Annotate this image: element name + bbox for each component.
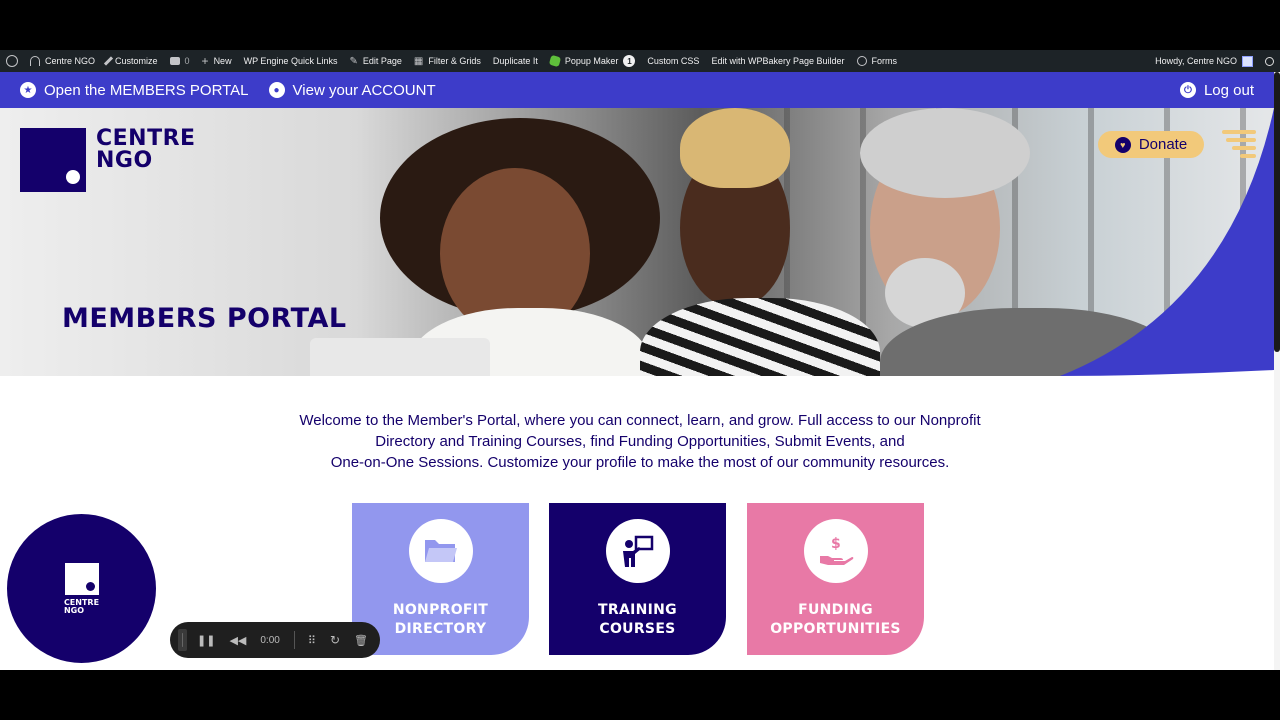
bubble-logo-wordmark: CENTRE NGO: [63, 598, 99, 615]
centre-ngo-logo[interactable]: CENTRE NGO: [20, 128, 196, 192]
restart-icon[interactable]: ↻: [330, 633, 340, 647]
admin-bar-custom-css[interactable]: Custom CSS: [641, 50, 705, 72]
wp-logo-button[interactable]: [0, 50, 24, 72]
welcome-intro-text: Welcome to the Member's Portal, where yo…: [270, 410, 1010, 473]
forms-icon: [856, 56, 867, 66]
logo-mark-icon: [20, 128, 86, 192]
browser-viewport: Centre NGO Customize 0 + New WP Engine Q…: [0, 50, 1280, 670]
admin-bar-popup-maker[interactable]: Popup Maker 1: [544, 50, 642, 72]
dashboard-icon: [30, 56, 40, 66]
logo-wordmark: CENTRE NGO: [96, 128, 196, 172]
admin-bar-forms[interactable]: Forms: [851, 50, 904, 72]
hero-photo-person-3: [860, 108, 1030, 198]
admin-bar-search[interactable]: [1259, 50, 1280, 72]
logo-wordmark-line2: NGO: [96, 148, 153, 173]
screen-recorder-toolbar: ❚❚ ◀◀ 0:00 ⠿ ↻ 🗑: [170, 622, 380, 658]
admin-bar-customize[interactable]: Customize: [101, 50, 164, 72]
presenter-icon: [622, 535, 653, 567]
card-label: TRAINING COURSES: [598, 601, 677, 639]
card-label-line2: DIRECTORY: [394, 621, 487, 637]
hero-banner: CENTRE NGO MEMBERS PORTAL ♥ Donate: [0, 108, 1274, 376]
training-courses-card[interactable]: TRAINING COURSES: [549, 503, 726, 655]
open-members-portal-link[interactable]: ★ Open the MEMBERS PORTAL: [0, 72, 259, 108]
popup-maker-icon: [548, 54, 562, 68]
page-scrollbar-thumb[interactable]: [1274, 72, 1280, 352]
page-title: MEMBERS PORTAL: [62, 303, 347, 334]
admin-bar-new[interactable]: + New: [196, 50, 238, 72]
donate-button[interactable]: ♥ Donate: [1098, 131, 1204, 158]
letterbox-bottom: [0, 670, 1280, 720]
card-icon-circle: [605, 519, 670, 583]
card-icon-circle: [408, 519, 473, 583]
user-icon: ●: [268, 82, 285, 98]
bubble-logo-mark-icon: [64, 562, 99, 595]
comment-icon: [169, 57, 180, 65]
plus-icon: +: [201, 54, 209, 68]
menu-line-1: [1222, 130, 1256, 134]
menu-line-4: [1240, 154, 1256, 158]
intro-line-2: Directory and Training Courses, find Fun…: [375, 433, 905, 450]
star-icon: ★: [20, 82, 36, 98]
card-label-line1: FUNDING: [798, 602, 873, 618]
svg-text:$: $: [831, 536, 841, 552]
card-label-line1: TRAINING: [598, 602, 677, 618]
funding-opportunities-card[interactable]: $ FUNDING OPPORTUNITIES: [747, 503, 924, 655]
card-label-line1: NONPROFIT: [392, 602, 489, 618]
grid-dots-icon[interactable]: ⠿: [308, 634, 316, 647]
hamburger-menu-icon[interactable]: [1222, 130, 1256, 160]
menu-line-2: [1226, 138, 1256, 142]
logo-mark-dot: [66, 170, 80, 184]
admin-bar-wpbakery[interactable]: Edit with WPBakery Page Builder: [705, 50, 850, 72]
search-icon: [1265, 56, 1274, 66]
letterbox-top: [0, 0, 1280, 50]
admin-bar-wp-engine[interactable]: WP Engine Quick Links: [238, 50, 344, 72]
card-icon-circle: $: [803, 519, 868, 583]
pencil-icon: ✎: [349, 55, 358, 67]
bubble-wordmark-line2: NGO: [63, 605, 84, 615]
hero-photo-person-2: [680, 108, 790, 188]
admin-bar-filter-grids[interactable]: ▦ Filter & Grids: [408, 50, 487, 72]
admin-bar-edit-page[interactable]: ✎ Edit Page: [343, 50, 407, 72]
intro-line-1: Welcome to the Member's Portal, where yo…: [299, 412, 981, 429]
money-hand-icon: $: [819, 536, 853, 565]
log-out-link[interactable]: ⏻ Log out: [1170, 72, 1274, 108]
pause-icon[interactable]: ❚❚: [197, 634, 215, 647]
admin-bar-site-name[interactable]: Centre NGO: [24, 50, 101, 72]
trash-icon[interactable]: 🗑: [354, 634, 368, 647]
card-label-line2: OPPORTUNITIES: [770, 621, 901, 637]
wordpress-icon: [6, 55, 18, 67]
rewind-icon[interactable]: ◀◀: [229, 634, 246, 647]
folder-icon: [424, 540, 457, 562]
admin-bar-duplicate-it[interactable]: Duplicate It: [487, 50, 544, 72]
avatar: [1242, 55, 1253, 67]
admin-bar-account[interactable]: Howdy, Centre NGO: [1149, 50, 1259, 72]
stop-recording-button[interactable]: [182, 633, 183, 647]
floating-logo-bubble[interactable]: CENTRE NGO: [5, 512, 158, 665]
card-label-line2: COURSES: [599, 621, 676, 637]
logout-icon: ⏻: [1179, 82, 1196, 98]
brush-icon: [103, 56, 114, 66]
logo-wordmark-line1: CENTRE: [96, 126, 196, 151]
members-nav-bar: ★ Open the MEMBERS PORTAL ● View your AC…: [0, 72, 1274, 108]
recording-timer: 0:00: [260, 634, 280, 646]
heart-icon: ♥: [1114, 136, 1131, 153]
view-account-link[interactable]: ● View your ACCOUNT: [259, 72, 446, 108]
card-label: NONPROFIT DIRECTORY: [393, 601, 488, 639]
grid-icon: ▦: [413, 55, 424, 67]
intro-line-3: One-on-One Sessions. Customize your prof…: [330, 454, 950, 471]
popup-maker-badge: 1: [623, 55, 636, 67]
menu-line-3: [1232, 146, 1256, 150]
admin-bar-comments[interactable]: 0: [164, 50, 196, 72]
bubble-logo-dot: [85, 581, 95, 591]
wp-admin-bar: Centre NGO Customize 0 + New WP Engine Q…: [0, 50, 1280, 72]
hero-photo-laptop: [310, 338, 490, 376]
card-label: FUNDING OPPORTUNITIES: [770, 601, 901, 639]
